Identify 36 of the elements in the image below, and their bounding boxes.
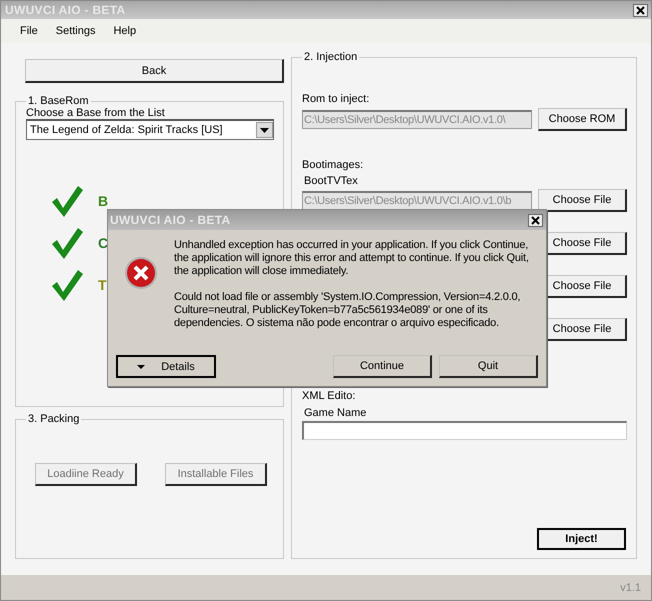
bootimage-label: BootTVTex — [303, 175, 359, 187]
dialog-button[interactable]: Continue — [333, 355, 432, 378]
xml-editor-label: XML Edito: — [302, 390, 356, 402]
check-status-text: B — [98, 193, 108, 209]
caret-icon — [137, 364, 146, 368]
bootimages-label: Bootimages: — [302, 159, 364, 171]
dialog-title: UWUVCI AIO - BETA — [110, 213, 230, 227]
game-name-field[interactable] — [302, 421, 627, 440]
check-status-text: C — [98, 235, 108, 251]
version-text: v1.1 — [620, 582, 641, 594]
dialog-button[interactable]: Quit — [439, 355, 538, 378]
menu-item[interactable]: File — [11, 25, 47, 37]
menu-item[interactable]: Help — [104, 25, 146, 37]
group-title: 2. Injection — [303, 51, 358, 63]
inject-button[interactable]: Inject! — [537, 528, 626, 550]
base-dropdown[interactable]: The Legend of Zelda: Spirit Tracks [US] — [26, 119, 274, 140]
checkmark-icon — [50, 184, 84, 218]
error-message: Unhandled exception has occurred in your application. If you click Continue, the application will ignore this error and attempt to continue. If you click Quit, the application will close immediately. — [174, 239, 530, 278]
group-title: 1. BaseRom — [27, 95, 90, 107]
caret-icon — [260, 128, 269, 132]
checkmark-icon — [50, 226, 84, 260]
error-icon — [124, 256, 158, 290]
group-title: 3. Packing — [27, 413, 80, 425]
checkmark-icon — [50, 268, 84, 302]
choose-rom-button[interactable]: Choose ROM — [538, 108, 627, 131]
back-button[interactable]: Back — [25, 59, 284, 83]
close-button[interactable] — [633, 4, 648, 16]
rom-label: Rom to inject: — [302, 93, 370, 105]
menu-item[interactable]: Settings — [46, 25, 104, 37]
choose-file-button[interactable]: Choose File — [538, 189, 627, 212]
error-detail: Could not load file or assembly 'System.IO.Compression, Version=4.2.0.0, Culture=neutral, PublicKeyToken=b77a5c561934e089' or one of its dependencies. O sistema não pode encontrar o arquivo especificado. — [174, 291, 522, 330]
base-label: Choose a Base from the List — [26, 107, 166, 119]
check-status-text: T — [98, 277, 107, 293]
game-name-label: Game Name — [303, 407, 368, 419]
close-button[interactable] — [528, 214, 543, 226]
details-button[interactable]: Details — [116, 355, 216, 378]
